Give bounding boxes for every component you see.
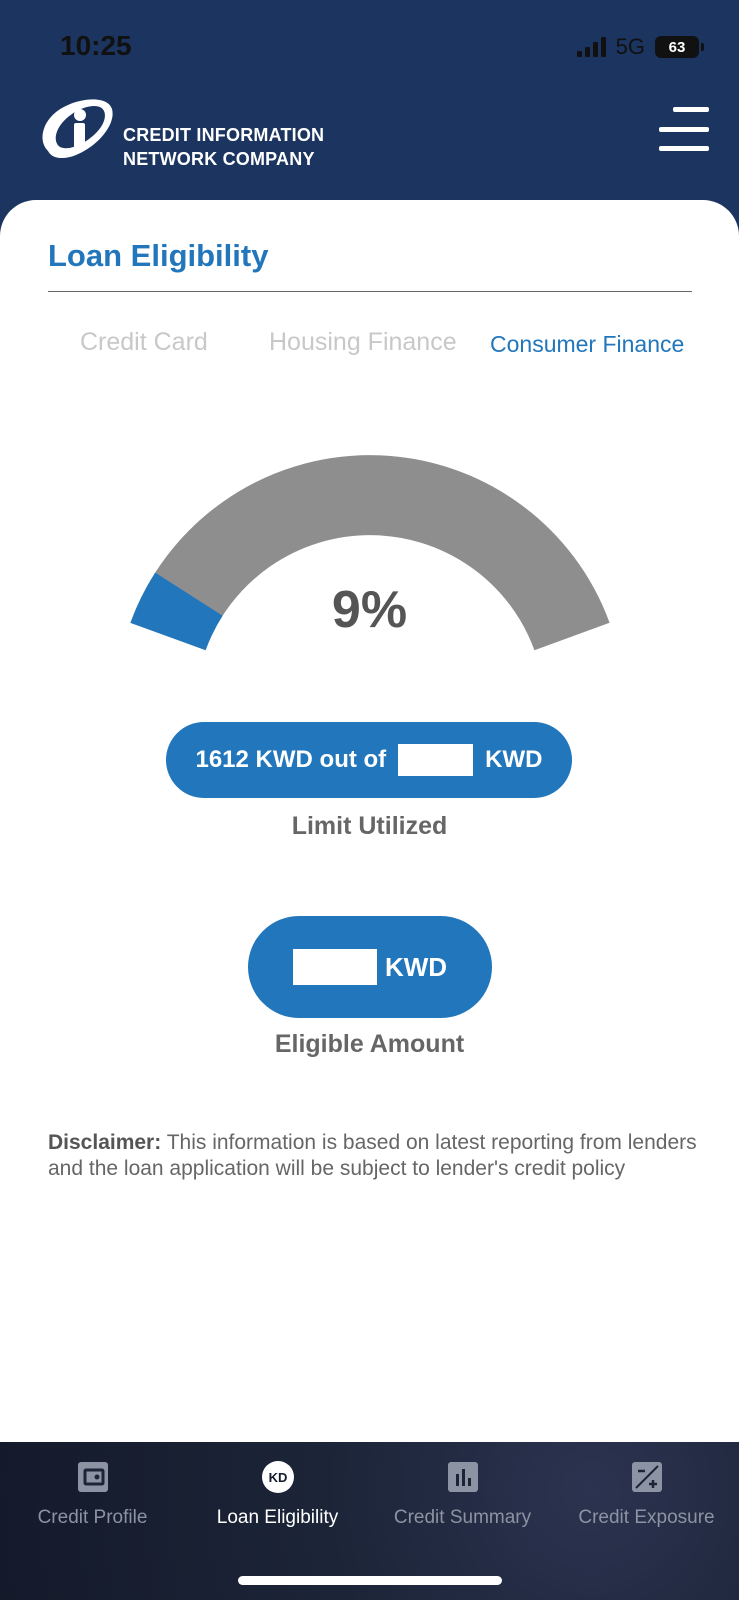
tab-consumer-finance[interactable]: Consumer Finance <box>490 331 684 358</box>
eligible-amount-pill: KWD <box>248 916 492 1018</box>
nav-label: Loan Eligibility <box>216 1507 339 1528</box>
redacted-limit-value <box>398 744 474 776</box>
hamburger-menu-button[interactable] <box>659 107 709 151</box>
eligible-unit: KWD <box>384 951 448 982</box>
nav-loan-eligibility[interactable]: KD Loan Eligibility <box>185 1460 370 1550</box>
redacted-eligible-value <box>292 949 377 985</box>
network-type: 5G <box>615 34 645 59</box>
status-time: 10:25 <box>60 30 132 61</box>
eligible-amount-caption: Eligible Amount <box>274 1030 465 1058</box>
limit-used-text: 1612 KWD out of <box>195 746 387 773</box>
kd-badge-text: KD <box>268 1470 287 1485</box>
page-title: Loan Eligibility <box>48 238 269 273</box>
battery-icon: 63 <box>655 36 704 58</box>
plus-minus-icon <box>631 1462 662 1492</box>
nav-label: Credit Profile <box>37 1507 148 1528</box>
wallet-icon <box>77 1462 108 1492</box>
disclaimer: Disclaimer: This information is based on… <box>48 1130 708 1182</box>
content-card: Loan Eligibility Credit Card Housing Fin… <box>0 200 739 1442</box>
cinet-logo-icon <box>42 99 113 159</box>
menu-line-icon <box>659 146 709 151</box>
app-header: CREDIT INFORMATION NETWORK COMPANY <box>0 85 739 205</box>
tab-credit-card[interactable]: Credit Card <box>80 328 208 357</box>
limit-utilized-pill: 1612 KWD out of KWD <box>166 722 572 798</box>
nav-credit-summary[interactable]: Credit Summary <box>370 1460 555 1550</box>
bar-chart-icon <box>447 1462 478 1492</box>
home-indicator <box>238 1576 502 1585</box>
nav-label: Credit Exposure <box>578 1507 715 1528</box>
disclaimer-label: Disclaimer: <box>48 1131 162 1154</box>
nav-label: Credit Summary <box>393 1507 532 1528</box>
battery-level: 63 <box>668 38 686 56</box>
gauge-percent: 9% <box>331 581 408 639</box>
nav-credit-exposure[interactable]: Credit Exposure <box>554 1460 739 1550</box>
status-indicators: 5G 63 <box>576 34 704 60</box>
tab-housing-finance[interactable]: Housing Finance <box>269 328 457 357</box>
logo-text: CREDIT INFORMATION NETWORK COMPANY <box>123 125 325 169</box>
menu-line-icon <box>659 126 709 132</box>
kd-coin-icon: KD <box>261 1461 294 1493</box>
limit-unit: KWD <box>485 746 543 773</box>
status-bar: 10:25 5G 63 <box>0 0 739 90</box>
menu-line-icon <box>673 107 709 112</box>
signal-icon <box>576 37 606 57</box>
finance-tabs: Credit Card Housing Finance Consumer Fin… <box>0 328 739 368</box>
nav-credit-profile[interactable]: Credit Profile <box>0 1460 185 1550</box>
title-divider <box>48 291 692 292</box>
limit-utilized-caption: Limit Utilized <box>291 812 448 840</box>
